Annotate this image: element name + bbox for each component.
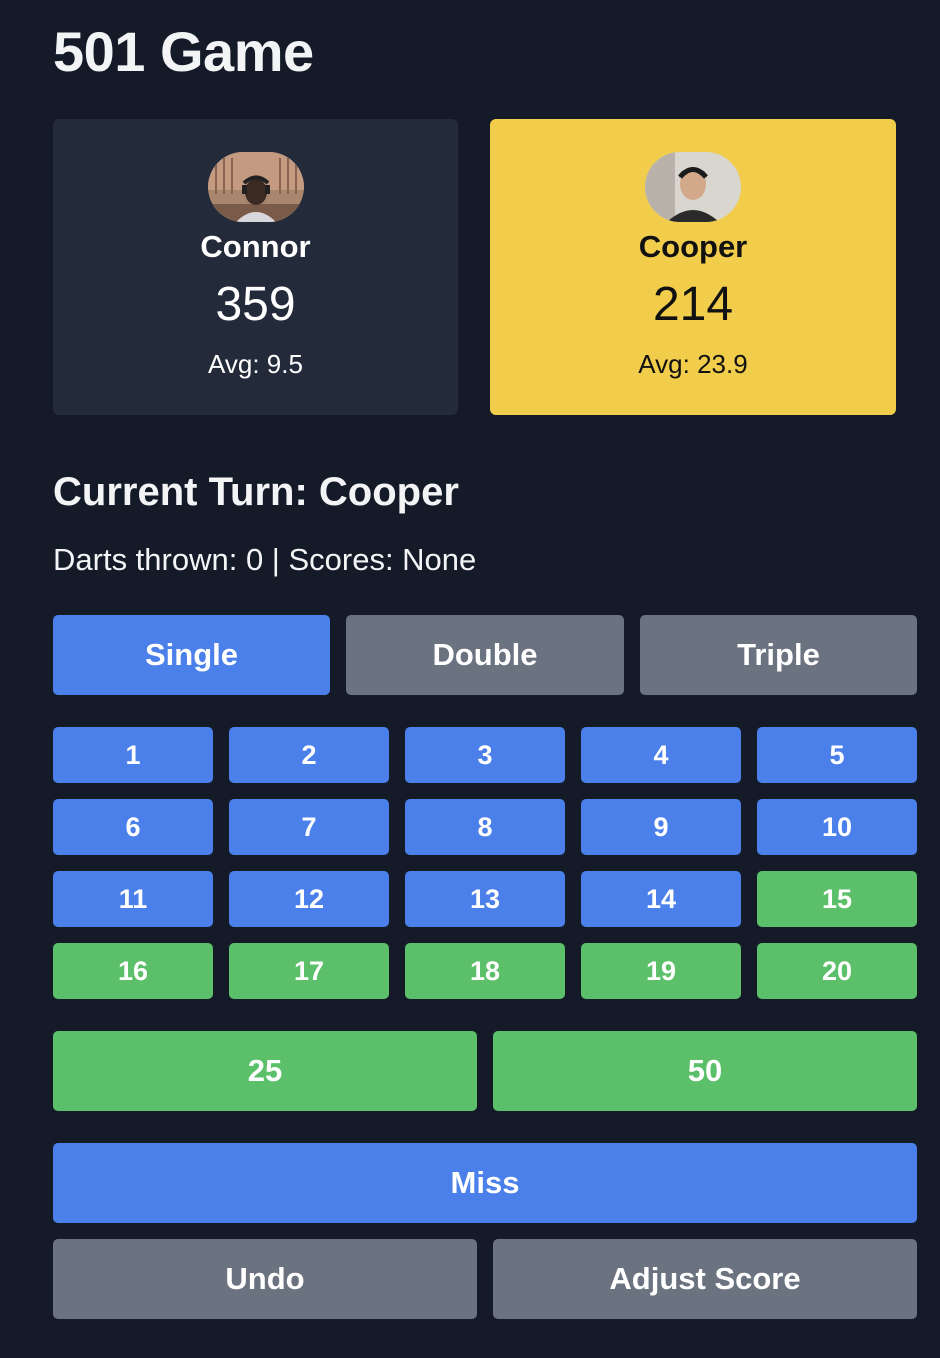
number-button-19[interactable]: 19 [581,943,741,999]
page-title: 501 Game [53,20,314,83]
number-button-5[interactable]: 5 [757,727,917,783]
number-button-6[interactable]: 6 [53,799,213,855]
double-mode-button[interactable]: Double [346,615,624,695]
avatar [645,152,741,222]
number-button-20[interactable]: 20 [757,943,917,999]
number-button-17[interactable]: 17 [229,943,389,999]
number-button-1[interactable]: 1 [53,727,213,783]
number-button-16[interactable]: 16 [53,943,213,999]
number-button-2[interactable]: 2 [229,727,389,783]
number-button-8[interactable]: 8 [405,799,565,855]
player-score: 214 [652,278,734,331]
number-button-12[interactable]: 12 [229,871,389,927]
number-button-18[interactable]: 18 [405,943,565,999]
adjust-score-button[interactable]: Adjust Score [493,1239,917,1319]
player-card-cooper: Cooper 214 Avg: 23.9 [490,119,896,415]
number-button-9[interactable]: 9 [581,799,741,855]
number-button-14[interactable]: 14 [581,871,741,927]
avatar [207,152,304,222]
single-mode-button[interactable]: Single [53,615,330,695]
number-button-7[interactable]: 7 [229,799,389,855]
player-average: Avg: 9.5 [208,349,303,379]
number-button-13[interactable]: 13 [405,871,565,927]
current-turn-heading: Current Turn: Cooper [53,470,459,514]
number-button-15[interactable]: 15 [757,871,917,927]
number-button-4[interactable]: 4 [581,727,741,783]
player-average: Avg: 23.9 [638,349,748,379]
miss-button[interactable]: Miss [53,1143,917,1223]
bull-25-button[interactable]: 25 [53,1031,477,1111]
number-button-10[interactable]: 10 [757,799,917,855]
player-name: Connor [200,229,311,264]
undo-button[interactable]: Undo [53,1239,477,1319]
player-card-connor: Connor 359 Avg: 9.5 [53,119,458,415]
triple-mode-button[interactable]: Triple [640,615,917,695]
player-name: Cooper [638,229,748,264]
player-score: 359 [215,278,296,331]
bull-50-button[interactable]: 50 [493,1031,917,1111]
number-button-11[interactable]: 11 [53,871,213,927]
number-button-3[interactable]: 3 [405,727,565,783]
turn-status: Darts thrown: 0 | Scores: None [53,542,477,577]
